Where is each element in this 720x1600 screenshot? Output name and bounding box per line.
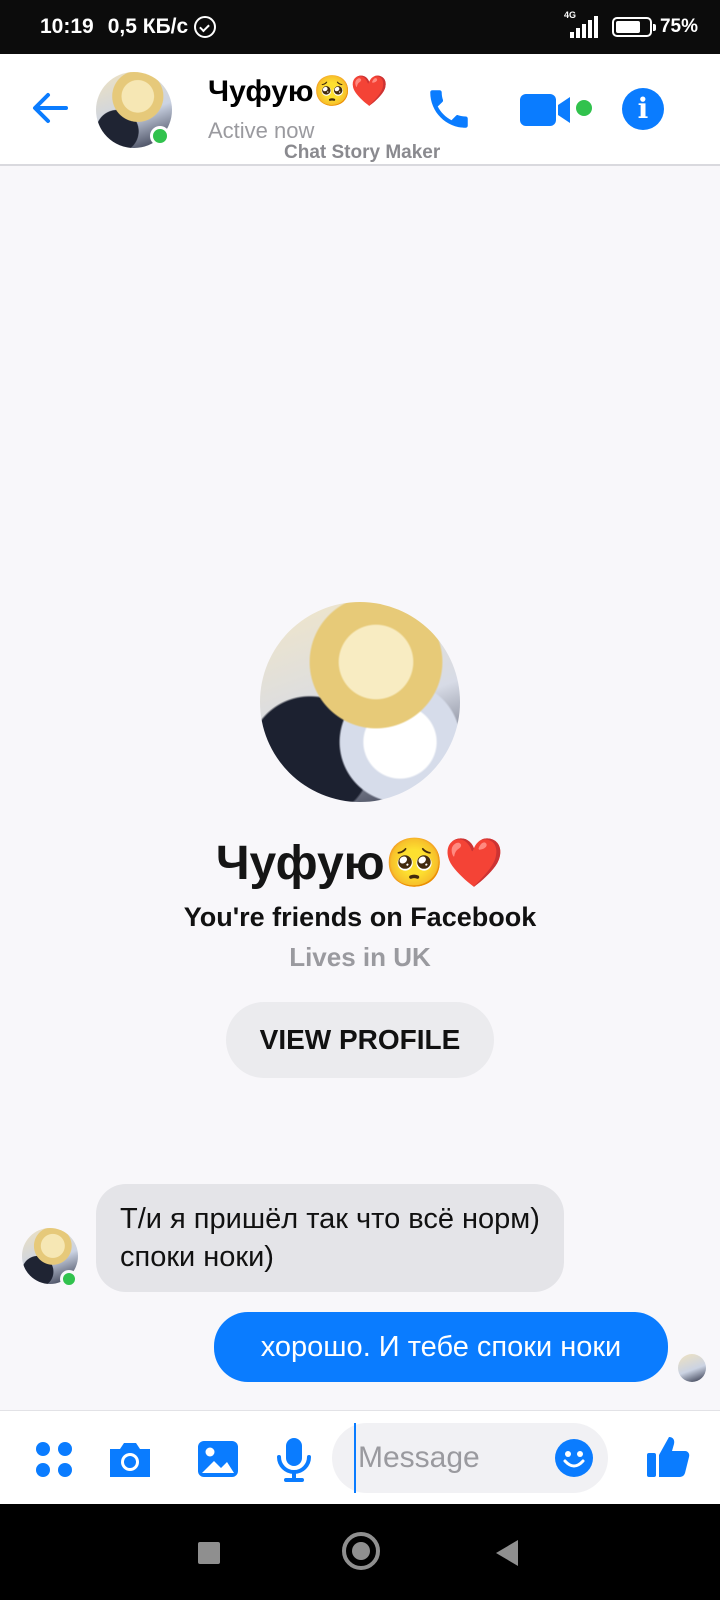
info-icon[interactable]: i bbox=[622, 88, 664, 130]
status-right: 4G 75% bbox=[564, 10, 698, 38]
battery-percent: 75% bbox=[659, 16, 698, 37]
microphone-icon[interactable] bbox=[270, 1435, 318, 1483]
thumbs-up-icon[interactable] bbox=[644, 1433, 692, 1481]
phone-icon[interactable] bbox=[424, 84, 474, 134]
network-speed: 0,5 КБ/с bbox=[107, 15, 189, 38]
video-camera-icon bbox=[520, 94, 570, 126]
back-icon[interactable] bbox=[496, 1540, 518, 1566]
message-composer bbox=[0, 1410, 720, 1504]
battery-fill bbox=[615, 21, 640, 33]
profile-avatar[interactable] bbox=[260, 602, 460, 802]
outgoing-message[interactable]: хорошо. И тебе споки ноки bbox=[214, 1312, 668, 1382]
online-indicator bbox=[150, 126, 170, 146]
video-call-button[interactable] bbox=[520, 88, 592, 132]
location-text: Lives in UK bbox=[289, 942, 431, 972]
contact-name[interactable]: Чуфую🥺❤️ bbox=[208, 74, 388, 109]
profile-name: Чуфую🥺❤️ bbox=[215, 837, 505, 890]
alarm-icon bbox=[194, 16, 217, 38]
message-online-indicator bbox=[60, 1270, 78, 1288]
home-icon[interactable] bbox=[342, 1532, 380, 1570]
network-type: 4G bbox=[563, 10, 576, 20]
emoji-icon[interactable] bbox=[554, 1438, 594, 1478]
battery-icon bbox=[611, 17, 656, 37]
view-profile-button[interactable]: VIEW PROFILE bbox=[226, 1002, 494, 1078]
camera-icon[interactable] bbox=[106, 1435, 154, 1483]
gallery-icon[interactable] bbox=[194, 1435, 242, 1483]
recent-apps-icon[interactable] bbox=[198, 1542, 220, 1564]
system-navigation-bar bbox=[0, 1504, 720, 1600]
back-arrow-icon[interactable] bbox=[28, 86, 72, 130]
status-left: 10:19 0,5 КБ/с bbox=[40, 15, 217, 39]
seen-avatar bbox=[678, 1354, 706, 1382]
message-input[interactable] bbox=[354, 1423, 534, 1493]
status-bar: 10:19 0,5 КБ/с 4G 75% bbox=[0, 0, 720, 54]
watermark: Chat Story Maker bbox=[284, 142, 441, 163]
chat-header: Чуфую🥺❤️ Active now Chat Story Maker i bbox=[0, 54, 720, 166]
signal-icon: 4G bbox=[564, 10, 598, 38]
message-input-wrapper[interactable] bbox=[332, 1423, 608, 1493]
chat-area[interactable]: Чуфую🥺❤️ You're friends on Facebook Live… bbox=[0, 166, 720, 1410]
clock: 10:19 bbox=[40, 15, 94, 38]
incoming-message[interactable]: Т/и я пришёл так что всё норм) споки нок… bbox=[96, 1184, 564, 1292]
apps-icon[interactable] bbox=[30, 1435, 78, 1483]
active-status: Active now bbox=[208, 118, 315, 143]
relationship-text: You're friends on Facebook bbox=[183, 902, 537, 932]
video-online-indicator bbox=[576, 100, 592, 116]
